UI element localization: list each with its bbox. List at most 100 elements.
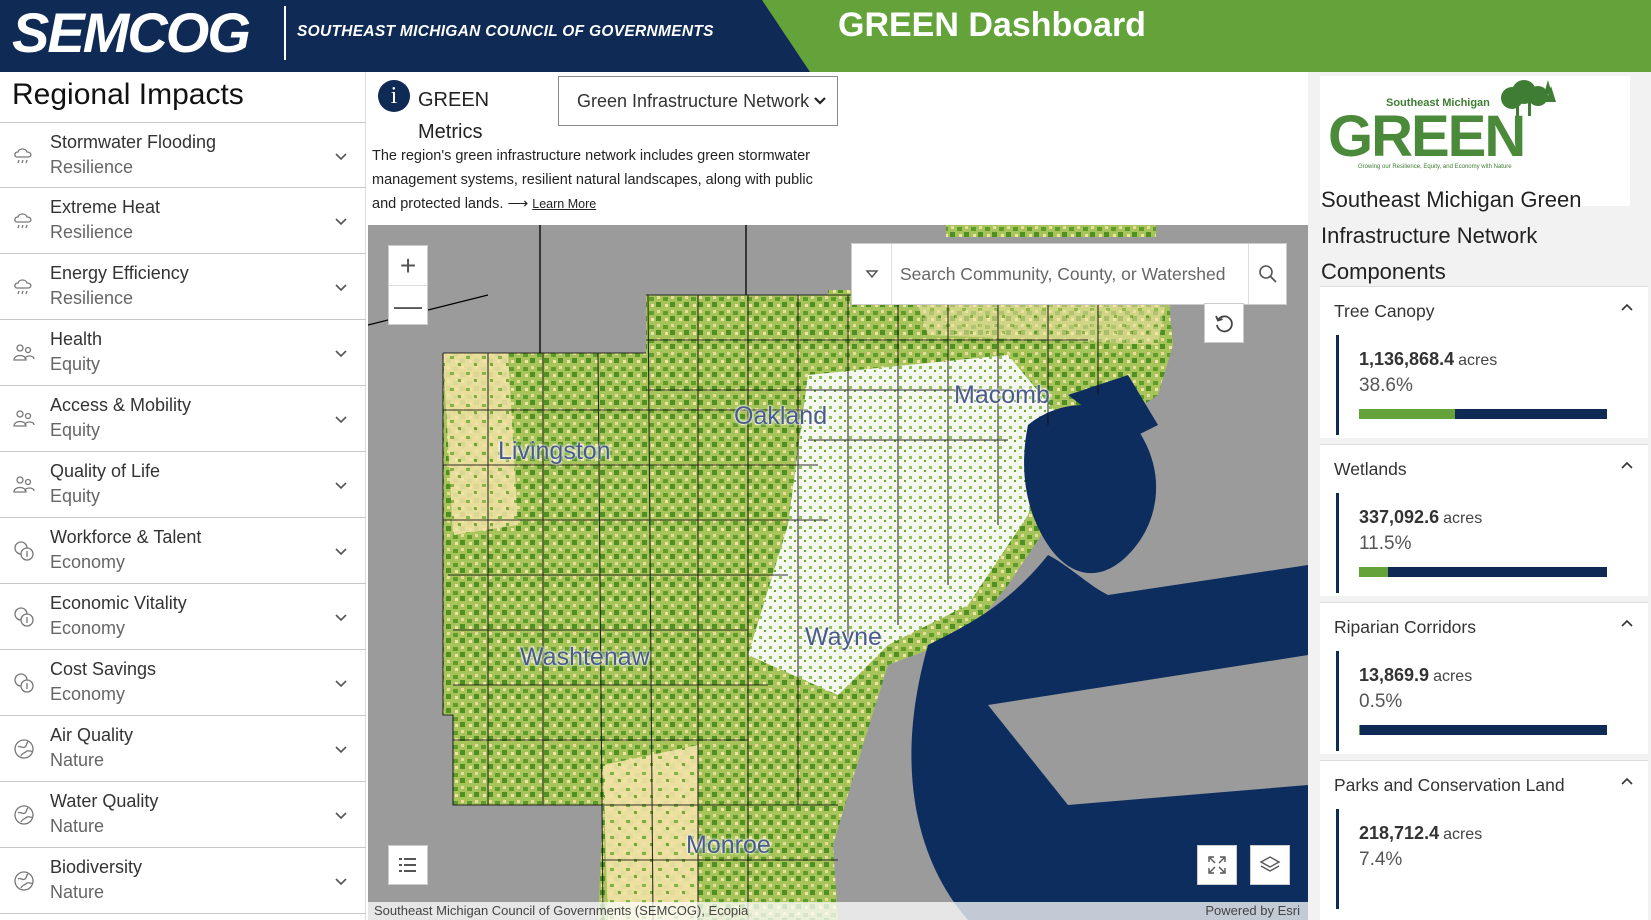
impact-category: Resilience	[50, 222, 134, 242]
component-progress-fill	[1359, 409, 1455, 419]
map-view[interactable]: + — Search Community, County, or Watersh…	[368, 225, 1308, 920]
zoom-out-button[interactable]: —	[389, 286, 427, 326]
chevron-down-icon[interactable]	[334, 149, 348, 163]
impact-category: Nature	[50, 750, 105, 770]
logo-subtitle: SOUTHEAST MICHIGAN COUNCIL OF GOVERNMENT…	[297, 23, 714, 40]
economy-icon	[14, 673, 34, 693]
chevron-down-icon[interactable]	[334, 742, 348, 756]
powered-by-esri[interactable]: Powered by Esri	[1205, 902, 1300, 920]
impact-item[interactable]: Workforce & Talent Economy	[0, 518, 366, 584]
metric-select[interactable]: Green Infrastructure Network	[558, 76, 838, 126]
resilience-icon	[14, 148, 32, 164]
zoom-controls: + —	[388, 245, 428, 325]
component-stats: 1,136,868.4 acres 38.6%	[1336, 335, 1616, 435]
caret-down-icon	[864, 270, 879, 279]
component-progress-fill	[1359, 567, 1388, 577]
impact-name: Biodiversity	[50, 857, 143, 877]
impact-category: Economy	[50, 618, 126, 638]
impact-name: Extreme Heat	[50, 197, 161, 217]
impact-item[interactable]: Cost Savings Economy	[0, 650, 366, 716]
impact-item[interactable]: Biodiversity Nature	[0, 848, 366, 914]
component-acres-unit: acres	[1443, 826, 1483, 843]
impact-item[interactable]: Health Equity	[0, 320, 366, 386]
impact-category: Resilience	[50, 288, 134, 308]
app-header: SEMCOG SOUTHEAST MICHIGAN COUNCIL OF GOV…	[0, 0, 1651, 72]
impact-name: Economic Vitality	[50, 593, 187, 613]
impact-item[interactable]: Energy Efficiency Resilience	[0, 254, 366, 320]
metric-select-value: Green Infrastructure Network	[577, 91, 810, 111]
impact-category: Economy	[50, 552, 126, 572]
search-source-dropdown[interactable]	[852, 244, 892, 304]
impact-item[interactable]: Access & Mobility Equity	[0, 386, 366, 452]
economy-icon	[14, 541, 34, 561]
chevron-down-icon[interactable]	[334, 808, 348, 822]
chevron-down-icon[interactable]	[334, 676, 348, 690]
chevron-down-icon[interactable]	[334, 214, 348, 228]
green-logo-tagline: Growing our Resilience, Equity, and Econ…	[1358, 164, 1512, 170]
component-card: Parks and Conservation Land 218,712.4 acre…	[1320, 760, 1648, 920]
search-button[interactable]	[1248, 244, 1286, 304]
impact-name: Health	[50, 329, 103, 349]
equity-icon	[13, 476, 35, 493]
nature-icon	[14, 739, 34, 759]
impact-item[interactable]: Air Quality Nature	[0, 716, 366, 782]
county-label-livingston: Livingston	[498, 437, 611, 465]
green-logo-word: GREEN	[1328, 104, 1524, 169]
resilience-icon	[14, 279, 32, 295]
fullscreen-button[interactable]	[1197, 845, 1237, 885]
chevron-down-icon[interactable]	[334, 874, 348, 888]
component-percent: 11.5%	[1359, 533, 1412, 554]
component-name: Parks and Conservation Land	[1334, 775, 1565, 795]
county-label-monroe: Monroe	[686, 831, 771, 859]
county-label-wayne: Wayne	[805, 623, 882, 651]
equity-icon	[13, 410, 35, 427]
impact-name: Access & Mobility	[50, 395, 192, 415]
impact-item[interactable]: Stormwater Flooding Resilience	[0, 122, 366, 188]
chevron-down-icon[interactable]	[334, 544, 348, 558]
impact-category: Equity	[50, 486, 101, 506]
impact-category: Economy	[50, 684, 126, 704]
component-stats: 218,712.4 acres 7.4%	[1336, 809, 1616, 909]
county-label-oakland: Oakland	[734, 402, 828, 430]
impact-name: Cost Savings	[50, 659, 157, 679]
metric-description: The region's green infrastructure networ…	[372, 144, 838, 216]
reset-view-button[interactable]	[1204, 303, 1244, 343]
component-card: Riparian Corridors 13,869.9 acres 0.5%	[1320, 602, 1648, 754]
search-input[interactable]: Search Community, County, or Watershed	[900, 244, 1240, 304]
components-panel: Southeast Michigan GREEN Growing our Res…	[1308, 72, 1651, 920]
impact-category: Equity	[50, 354, 101, 374]
impact-name: Air Quality	[50, 725, 134, 745]
chevron-down-icon[interactable]	[334, 280, 348, 294]
regional-impacts-sidebar: Regional Impacts Stormwater Flooding Resi…	[0, 72, 366, 920]
zoom-in-button[interactable]: +	[389, 246, 427, 286]
component-acres-unit: acres	[1443, 510, 1483, 527]
chevron-up-icon[interactable]	[1620, 617, 1634, 631]
sidebar-title: Regional Impacts	[12, 78, 244, 111]
chevron-up-icon[interactable]	[1620, 775, 1634, 789]
chevron-up-icon[interactable]	[1620, 459, 1634, 473]
chevron-down-icon[interactable]	[334, 610, 348, 624]
learn-more-link[interactable]: Learn More	[532, 197, 596, 211]
layers-button[interactable]	[1250, 845, 1290, 885]
chevron-down-icon[interactable]	[334, 412, 348, 426]
chevron-down-icon[interactable]	[334, 346, 348, 360]
semcog-logo[interactable]: SEMCOG	[12, 2, 251, 64]
impact-item[interactable]: Extreme Heat Resilience	[0, 188, 366, 254]
impact-category: Nature	[50, 882, 105, 902]
dashboard-title: GREEN Dashboard	[838, 6, 1146, 44]
nature-icon	[14, 871, 34, 891]
impact-item[interactable]: Economic Vitality Economy	[0, 584, 366, 650]
chevron-up-icon[interactable]	[1620, 301, 1634, 315]
component-card: Tree Canopy 1,136,868.4 acres 38.6%	[1320, 286, 1648, 438]
component-acres-unit: acres	[1458, 352, 1498, 369]
map-canvas	[368, 225, 1308, 920]
impact-category: Resilience	[50, 157, 134, 177]
impact-category: Equity	[50, 420, 101, 440]
component-percent: 7.4%	[1359, 849, 1403, 870]
impact-name: Workforce & Talent	[50, 527, 202, 547]
chevron-down-icon[interactable]	[334, 478, 348, 492]
legend-button[interactable]	[388, 845, 428, 885]
impact-item[interactable]: Water Quality Nature	[0, 782, 366, 848]
impact-item[interactable]: Quality of Life Equity	[0, 452, 366, 518]
info-icon[interactable]: i	[378, 80, 410, 112]
